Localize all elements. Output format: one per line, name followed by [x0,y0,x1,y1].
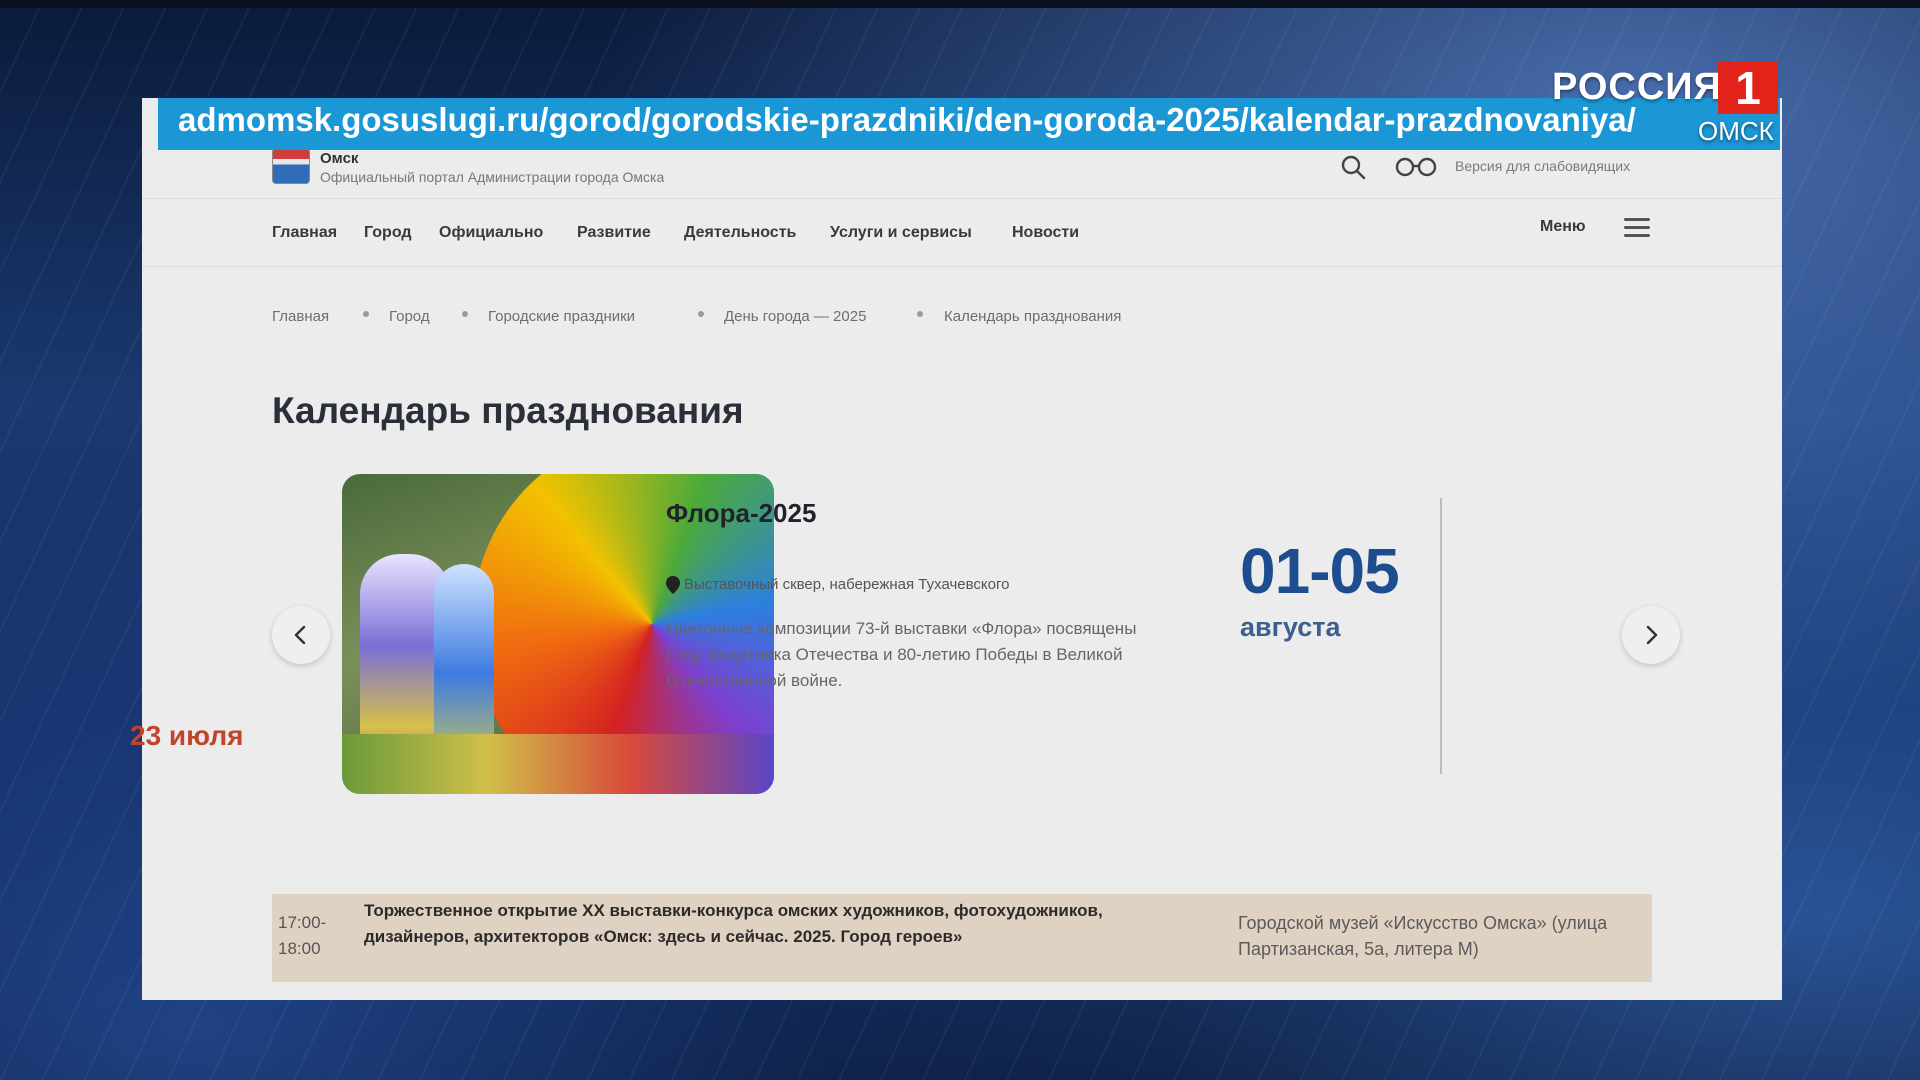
city-emblem-logo[interactable] [272,148,310,184]
nav-item-home[interactable]: Главная [272,224,337,242]
nav-item-official[interactable]: Официально [439,224,543,242]
breadcrumb-separator [363,311,369,317]
breadcrumb-separator [917,311,923,317]
menu-button[interactable]: Меню [1540,218,1586,236]
breadcrumb-separator [698,311,704,317]
breadcrumb-city-holidays[interactable]: Городские праздники [488,308,635,325]
nav-item-activity[interactable]: Деятельность [684,224,796,242]
breadcrumb-city-day[interactable]: День города — 2025 [724,308,866,325]
channel-number-badge: 1 [1718,62,1778,114]
search-icon[interactable] [1340,154,1366,180]
channel-name: РОССИЯ [1552,66,1722,108]
top-strip [0,0,1920,8]
event-location: Выставочный сквер, набережная Тухачевско… [684,576,1010,593]
location-pin-icon [666,576,680,594]
glasses-icon[interactable] [1394,156,1438,178]
site-title[interactable]: Омск [320,150,358,167]
url-caption: admomsk.gosuslugi.ru/gorod/gorodskie-pra… [178,101,1636,138]
schedule-time: 17:00-18:00 [278,913,327,958]
page-title: Календарь празднования [272,390,744,431]
schedule-date-heading: 23 июля [130,720,244,751]
event-date-range: 01-05 [1240,535,1400,607]
chevron-right-icon [1646,625,1658,645]
nav-item-services[interactable]: Услуги и сервисы [830,224,972,242]
carousel-next-button[interactable] [1622,606,1680,664]
event-description: Цветочные композиции 73-й выставки «Флор… [666,619,1137,690]
accessibility-version-link[interactable]: Версия для слабовидящих [1455,158,1630,174]
breadcrumb-current: Календарь празднования [944,308,1122,325]
chevron-left-icon [294,625,306,645]
breadcrumb-city[interactable]: Город [389,308,430,325]
nav-item-news[interactable]: Новости [1012,224,1079,242]
site-subtitle: Официальный портал Администрации города … [320,169,665,185]
website-screen: Омск Официальный портал Администрации го… [142,98,1782,1000]
nav-item-development[interactable]: Развитие [577,224,651,242]
event-title[interactable]: Флора-2025 [666,498,816,529]
nav-item-city[interactable]: Город [364,224,412,242]
event-month: августа [1240,612,1341,642]
breadcrumb-separator [462,311,468,317]
hamburger-menu-icon[interactable] [1624,218,1650,238]
schedule-venue: Городской музей «Искусство Омска» (улица… [1238,913,1608,959]
schedule-event-title[interactable]: Торжественное открытие XX выставки-конку… [364,898,1194,950]
channel-city: ОМСК [1698,116,1774,146]
breadcrumb-home[interactable]: Главная [272,308,329,325]
carousel-prev-button[interactable] [272,606,330,664]
vertical-divider [1440,498,1442,774]
